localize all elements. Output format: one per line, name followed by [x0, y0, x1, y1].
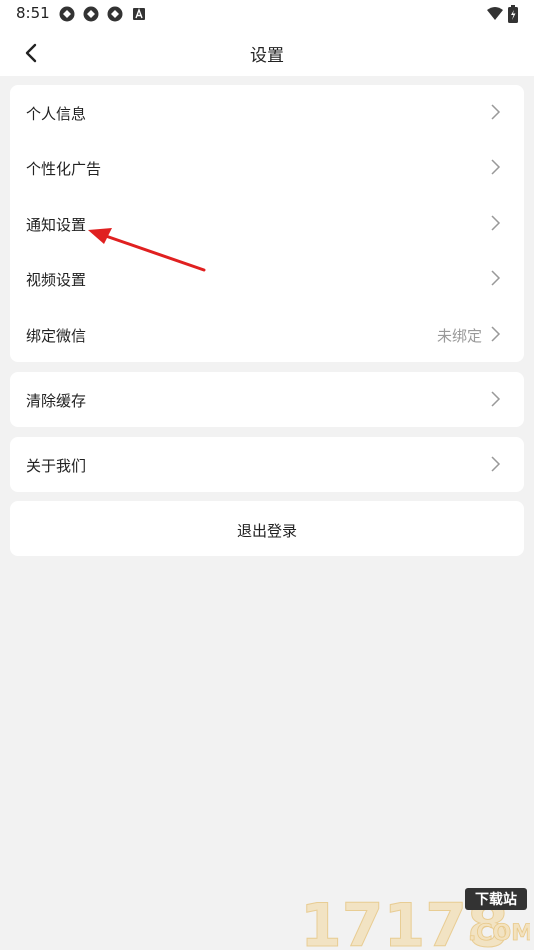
status-notification-icons — [58, 5, 148, 23]
settings-group-account: 个人信息 个性化广告 通知设置 视频设置 绑定微信 未绑定 — [10, 85, 524, 362]
settings-group-about: 关于我们 — [10, 437, 524, 492]
wifi-icon — [487, 7, 503, 20]
settings-item-about-us[interactable]: 关于我们 — [10, 437, 524, 492]
chevron-right-icon — [491, 104, 501, 120]
wechat-bind-status: 未绑定 — [436, 327, 482, 345]
settings-item-notification-settings[interactable]: 通知设置 — [10, 196, 524, 251]
battery-icon — [508, 5, 518, 23]
settings-item-label: 通知设置 — [26, 216, 87, 234]
logout-label: 退出登录 — [236, 522, 297, 540]
site-watermark-logo: 17178 下载站 .COM — [300, 888, 530, 950]
status-time: 8:51 — [16, 4, 50, 22]
settings-group-cache: 清除缓存 — [10, 372, 524, 427]
page-title: 设置 — [250, 46, 284, 66]
nav-bar: 设置 — [0, 28, 534, 76]
sync-icon — [107, 6, 123, 22]
chevron-right-icon — [491, 270, 501, 286]
svg-text:下载站: 下载站 — [475, 891, 517, 908]
settings-item-personal-info[interactable]: 个人信息 — [10, 85, 524, 140]
settings-item-label: 绑定微信 — [26, 327, 87, 345]
chevron-right-icon — [491, 391, 501, 407]
settings-item-personalized-ads[interactable]: 个性化广告 — [10, 140, 524, 195]
settings-item-bind-wechat[interactable]: 绑定微信 未绑定 — [10, 307, 524, 362]
svg-text:.COM: .COM — [468, 921, 530, 946]
chevron-right-icon — [491, 215, 501, 231]
settings-item-label: 个性化广告 — [26, 160, 102, 178]
settings-item-clear-cache[interactable]: 清除缓存 — [10, 372, 524, 427]
logout-button[interactable]: 退出登录 — [10, 501, 524, 556]
settings-item-label: 个人信息 — [26, 105, 87, 123]
settings-item-label: 关于我们 — [26, 457, 87, 475]
settings-item-label: 视频设置 — [26, 271, 87, 289]
a-icon — [133, 8, 145, 20]
settings-item-video-settings[interactable]: 视频设置 — [10, 251, 524, 306]
status-system-icons — [486, 5, 518, 23]
status-bar: 8:51 — [0, 0, 534, 28]
settings-item-label: 清除缓存 — [26, 392, 87, 410]
chevron-right-icon — [491, 456, 501, 472]
chevron-right-icon — [491, 326, 501, 342]
sync-icon — [83, 6, 99, 22]
chevron-right-icon — [491, 159, 501, 175]
sync-icon — [59, 6, 75, 22]
